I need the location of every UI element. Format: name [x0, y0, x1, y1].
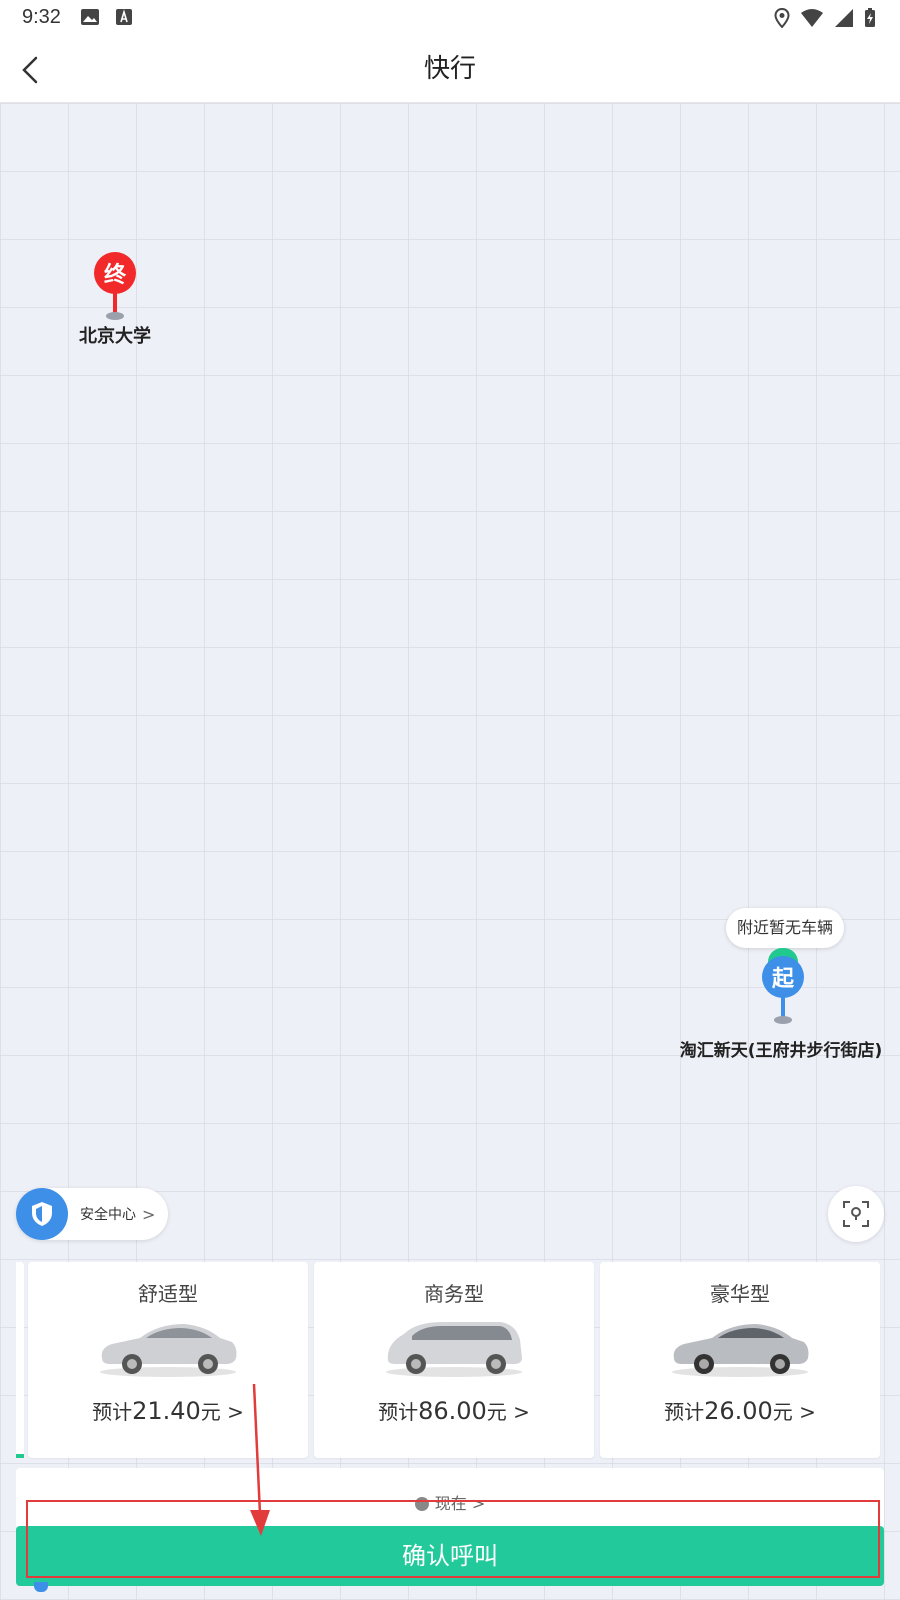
car-card-luxury[interactable]: 豪华型 预计26.00元 > [600, 1262, 880, 1458]
price-value: 21.40 [132, 1397, 201, 1425]
annotation-highlight-box [26, 1500, 880, 1578]
car-price: 预计26.00元 > [600, 1396, 880, 1425]
status-bar: 9:32 [0, 0, 900, 36]
nearby-vehicles-bubble: 附近暂无车辆 [726, 908, 844, 948]
chevron-right-icon: > [792, 1400, 816, 1424]
safety-center-label: 安全中心 [80, 1207, 136, 1223]
chevron-right-icon: > [220, 1400, 244, 1424]
status-right-icons [774, 8, 876, 28]
price-value: 86.00 [418, 1397, 487, 1425]
destination-pin: 终 [94, 252, 136, 294]
wifi-icon [801, 9, 823, 27]
battery-charging-icon [865, 8, 875, 27]
destination-pin-base [106, 312, 124, 320]
car-price: 预计21.40元 > [28, 1396, 308, 1425]
status-time: 9:32 [22, 6, 61, 28]
luxury-car-icon [672, 1324, 809, 1377]
car-card-business[interactable]: 商务型 预计86.00元 > [314, 1262, 594, 1458]
origin-name: 淘汇新天(王府井步行街店) [679, 1041, 883, 1061]
car-type-name: 商务型 [424, 1282, 484, 1306]
partial-blue-element [34, 1582, 48, 1592]
sedan-car-icon [100, 1324, 237, 1377]
car-card-comfort[interactable]: 舒适型 预计21.40元 > [28, 1262, 308, 1458]
car-price: 预计86.00元 > [314, 1396, 594, 1425]
shield-icon [16, 1188, 68, 1240]
location-icon [774, 8, 790, 28]
origin-marker[interactable]: 起 [760, 948, 806, 1028]
price-unit: 元 [486, 1400, 507, 1424]
safety-center-button[interactable]: 安全中心 > [16, 1188, 168, 1240]
destination-pin-stem [113, 292, 117, 314]
destination-marker[interactable]: 终 [92, 252, 138, 320]
app-header: 快行 [0, 36, 900, 103]
locate-icon [843, 1201, 869, 1227]
origin-pin-stem [781, 996, 785, 1018]
page-title: 快行 [423, 54, 476, 84]
origin-pin-base [774, 1016, 792, 1024]
car-type-name: 舒适型 [138, 1282, 198, 1306]
price-value: 26.00 [704, 1397, 773, 1425]
image-icon [81, 9, 99, 25]
status-left-icons [80, 8, 134, 26]
partial-car-card[interactable] [16, 1262, 24, 1458]
locate-button[interactable] [828, 1186, 884, 1242]
car-type-name: 豪华型 [710, 1282, 770, 1306]
price-unit: 元 [772, 1400, 793, 1424]
keyboard-a-icon [116, 9, 132, 25]
destination-name: 北京大学 [79, 326, 151, 347]
signal-icon [835, 9, 853, 27]
price-prefix: 预计 [378, 1400, 419, 1424]
chevron-right-icon: > [506, 1400, 530, 1424]
selection-indicator [16, 1454, 24, 1458]
price-prefix: 预计 [92, 1400, 133, 1424]
car-type-list: 舒适型 预计21.40元 > 商务型 预计86.00元 > 豪华型 预计26.0… [16, 1262, 884, 1462]
price-unit: 元 [200, 1400, 221, 1424]
van-car-icon [386, 1322, 522, 1377]
price-prefix: 预计 [664, 1400, 705, 1424]
origin-pin: 起 [762, 956, 804, 998]
chevron-right-icon: > [142, 1204, 156, 1224]
